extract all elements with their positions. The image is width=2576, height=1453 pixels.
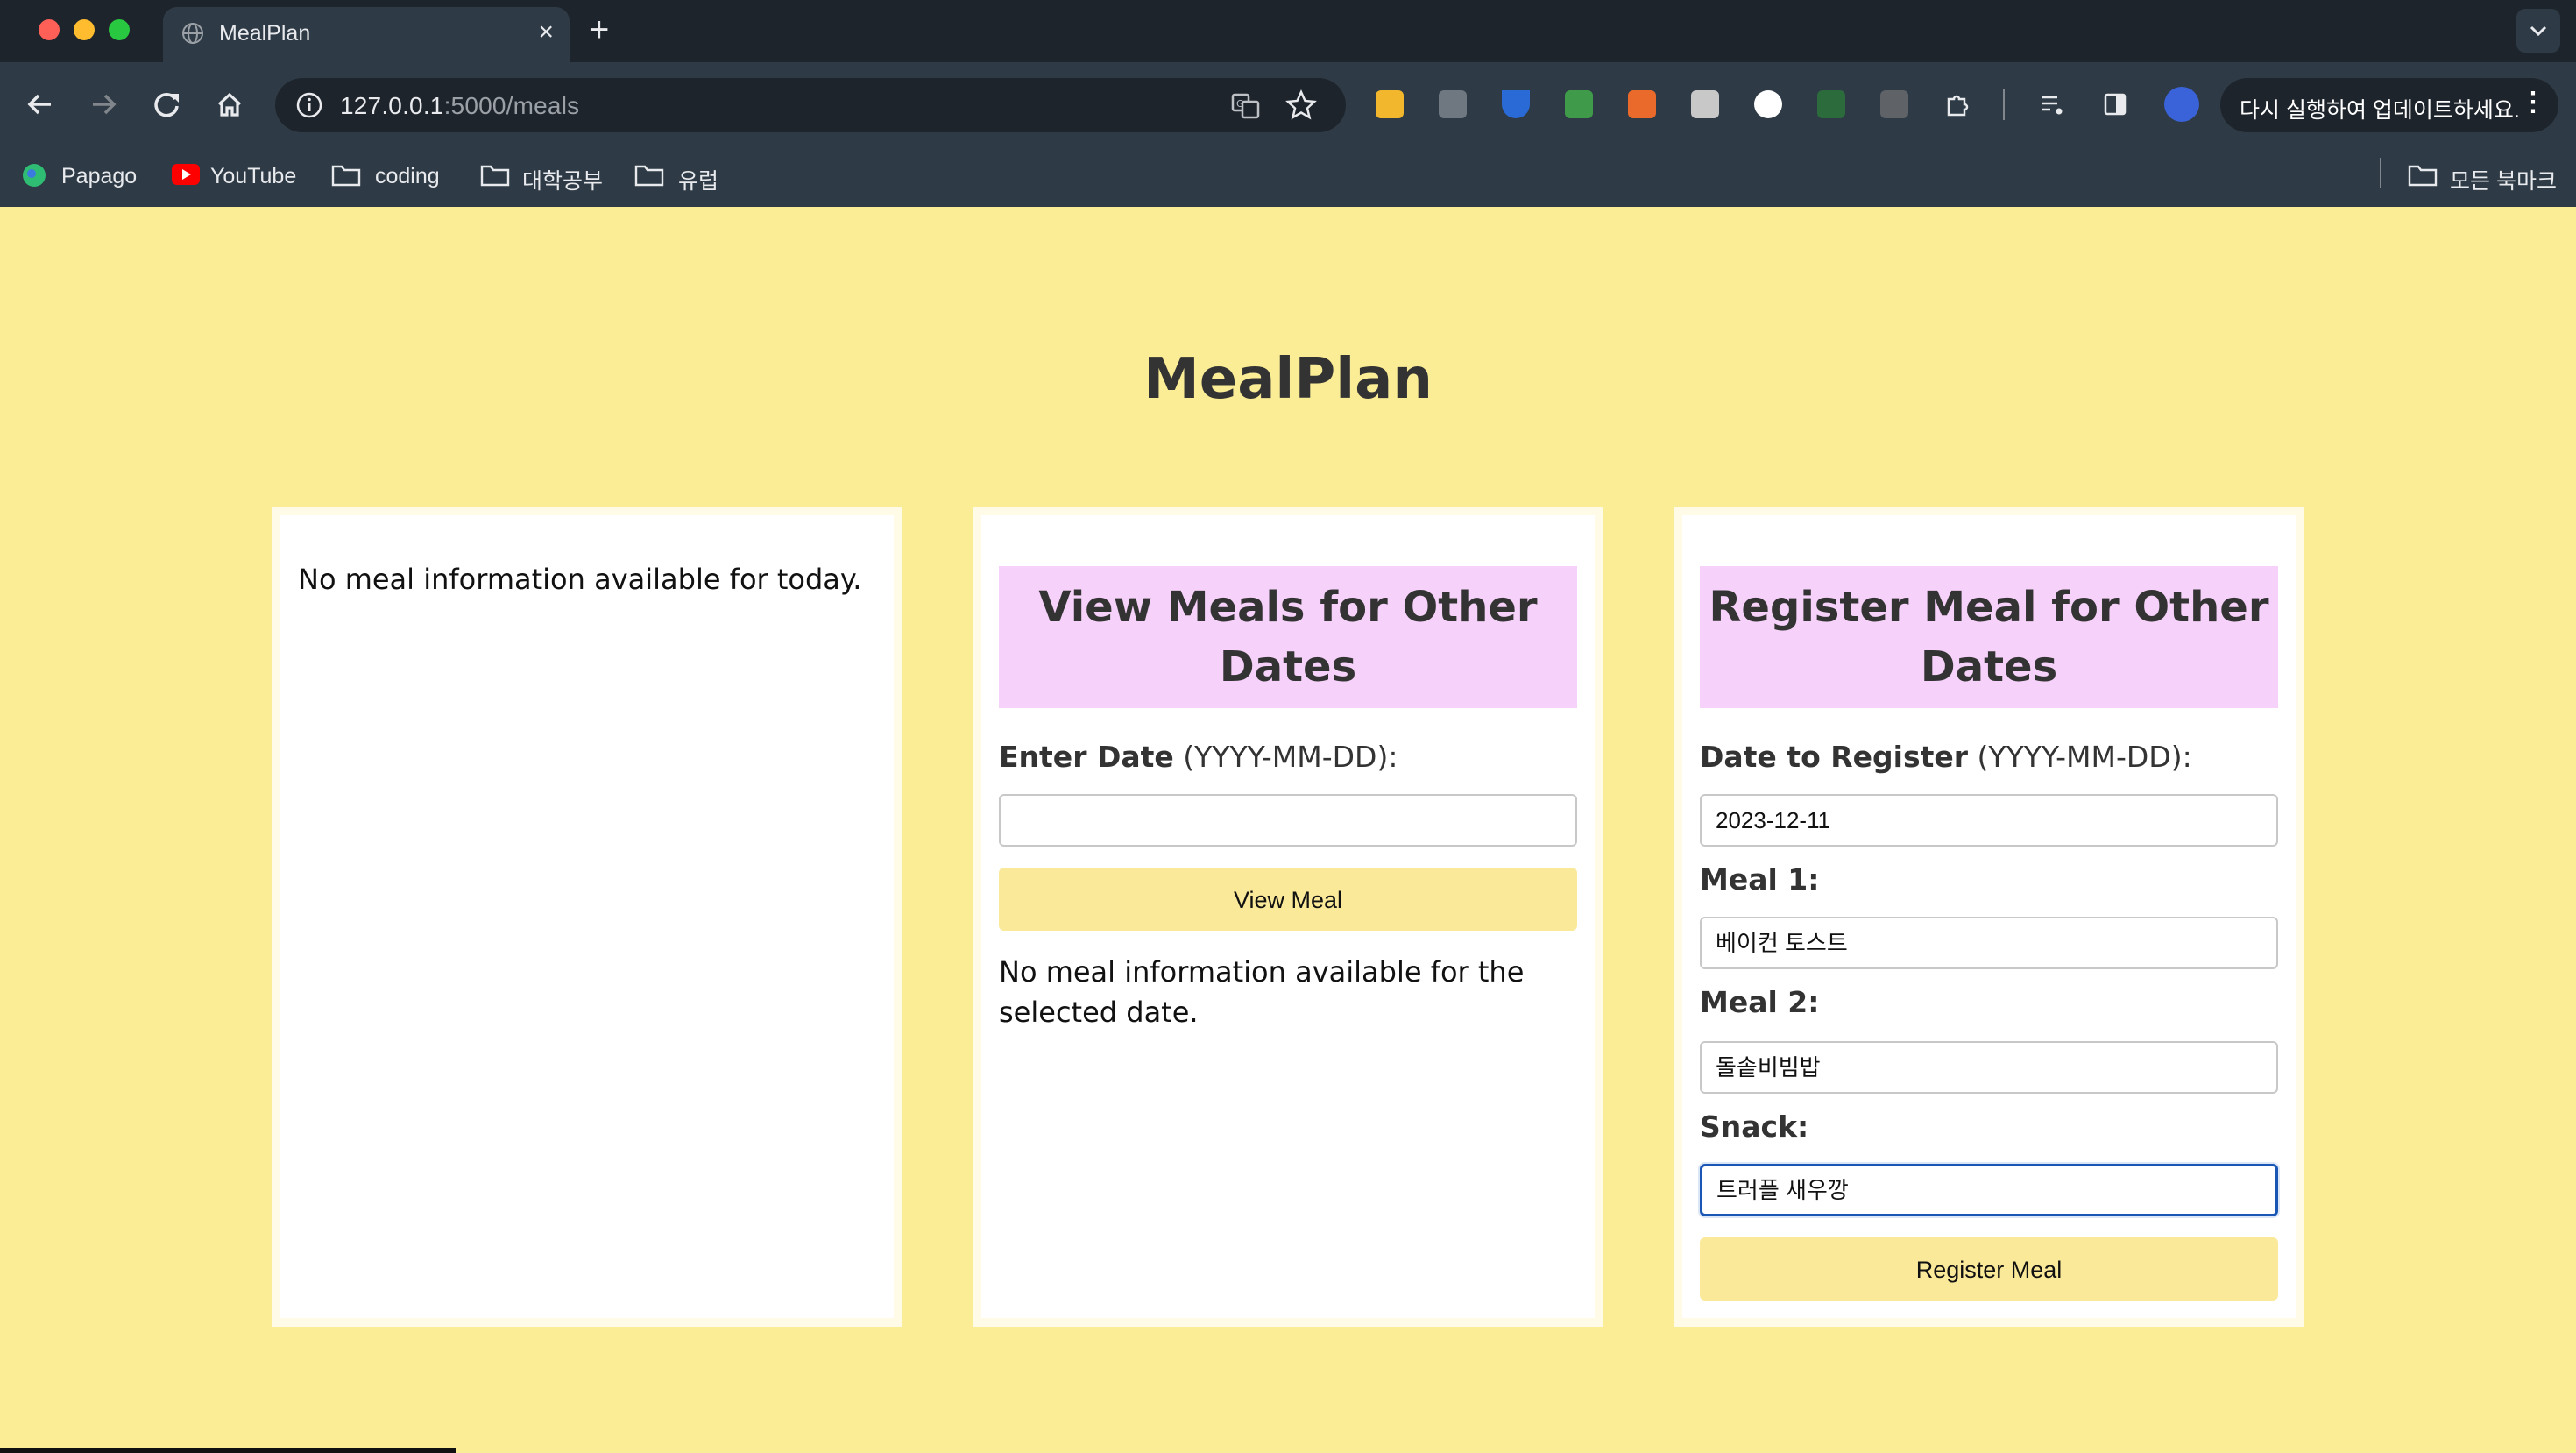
minimize-window-button[interactable] xyxy=(74,19,95,40)
home-icon[interactable] xyxy=(209,83,251,125)
browser-toolbar: 127.0.0.1:5000/meals G 다시 실행하여 업데이트하세요. … xyxy=(0,62,2576,145)
bottom-edge-strip xyxy=(0,1448,456,1453)
update-button[interactable]: 다시 실행하여 업데이트하세요. ⋮ xyxy=(2220,78,2558,132)
tab-title: MealPlan xyxy=(219,21,311,46)
extension-icon[interactable] xyxy=(1817,90,1845,118)
page-title: MealPlan xyxy=(1143,347,1433,412)
view-date-input[interactable] xyxy=(999,794,1577,847)
today-meal-message: No meal information available for today. xyxy=(298,563,862,596)
tab-close-icon[interactable]: × xyxy=(538,18,554,47)
maximize-window-button[interactable] xyxy=(109,19,130,40)
bookmarks-divider xyxy=(2380,158,2381,188)
globe-icon xyxy=(182,23,203,44)
reload-icon[interactable] xyxy=(145,83,188,125)
view-meal-button[interactable]: View Meal xyxy=(999,868,1577,931)
forward-arrow-icon[interactable] xyxy=(82,83,124,125)
register-meal-heading: Register Meal for Other Dates xyxy=(1700,566,2278,708)
update-text: 다시 실행하여 업데이트하세요. xyxy=(2240,98,2520,123)
tab-search-button[interactable] xyxy=(2516,9,2560,53)
extension-icon[interactable] xyxy=(1691,90,1719,118)
view-result-message: No meal information available for the se… xyxy=(999,955,1525,1029)
extension-icon[interactable] xyxy=(1880,90,1908,118)
toolbar-divider xyxy=(2003,89,2005,120)
profile-avatar[interactable] xyxy=(2164,87,2199,122)
more-menu-icon[interactable]: ⋮ xyxy=(2520,87,2546,117)
address-bar[interactable]: 127.0.0.1:5000/meals G xyxy=(275,78,1346,132)
meal1-label: Meal 1: xyxy=(1700,862,1820,897)
youtube-icon xyxy=(172,164,200,185)
back-arrow-icon[interactable] xyxy=(19,83,61,125)
folder-icon xyxy=(331,165,361,187)
folder-icon xyxy=(634,165,664,187)
today-meal-card: No meal information available for today. xyxy=(272,507,902,1327)
site-info-icon[interactable] xyxy=(294,90,324,120)
meal1-input[interactable]: 베이컨 토스트 xyxy=(1700,917,2278,969)
shield-icon[interactable] xyxy=(1502,90,1530,118)
register-meal-card: Register Meal for Other Dates Date to Re… xyxy=(1674,507,2304,1327)
papago-icon xyxy=(23,164,46,187)
bookmarks-bar: Papago YouTube coding 대학공부 유럽 모든 북마크 xyxy=(0,145,2576,207)
extension-icon[interactable] xyxy=(1376,90,1404,118)
record-icon[interactable] xyxy=(1754,90,1782,118)
extension-icon[interactable] xyxy=(1565,90,1593,118)
close-window-button[interactable] xyxy=(39,19,60,40)
translate-icon[interactable]: G xyxy=(1230,90,1262,122)
meal2-label: Meal 2: xyxy=(1700,985,1820,1019)
extension-icon[interactable] xyxy=(1628,90,1656,118)
register-meal-button[interactable]: Register Meal xyxy=(1700,1237,2278,1301)
snack-input[interactable]: 트러플 새우깡 xyxy=(1700,1164,2278,1216)
view-meals-card: View Meals for Other Dates Enter Date (Y… xyxy=(973,507,1603,1327)
folder-icon xyxy=(480,165,510,187)
puzzle-icon[interactable] xyxy=(1943,90,1971,118)
bookmark-star-icon[interactable] xyxy=(1284,89,1318,122)
meal2-input[interactable]: 돌솥비빔밥 xyxy=(1700,1041,2278,1094)
chevron-down-icon xyxy=(2530,25,2547,37)
browser-tab-bar: MealPlan × + xyxy=(0,0,2576,62)
new-tab-button[interactable]: + xyxy=(589,9,609,51)
side-panel-icon[interactable] xyxy=(2101,90,2129,118)
snack-label: Snack: xyxy=(1700,1109,1809,1144)
register-date-label: Date to Register (YYYY-MM-DD): xyxy=(1700,740,2192,774)
view-date-label: Enter Date (YYYY-MM-DD): xyxy=(999,740,1398,774)
media-control-icon[interactable] xyxy=(2038,90,2066,118)
view-meals-heading: View Meals for Other Dates xyxy=(999,566,1577,708)
page-content: MealPlan No meal information available f… xyxy=(0,207,2576,1453)
svg-text:G: G xyxy=(1236,98,1244,110)
browser-tab[interactable]: MealPlan × xyxy=(163,7,570,62)
folder-icon xyxy=(2408,165,2438,187)
extension-icon[interactable] xyxy=(1439,90,1467,118)
register-date-input[interactable]: 2023-12-11 xyxy=(1700,794,2278,847)
url-text[interactable]: 127.0.0.1:5000/meals xyxy=(340,92,579,120)
